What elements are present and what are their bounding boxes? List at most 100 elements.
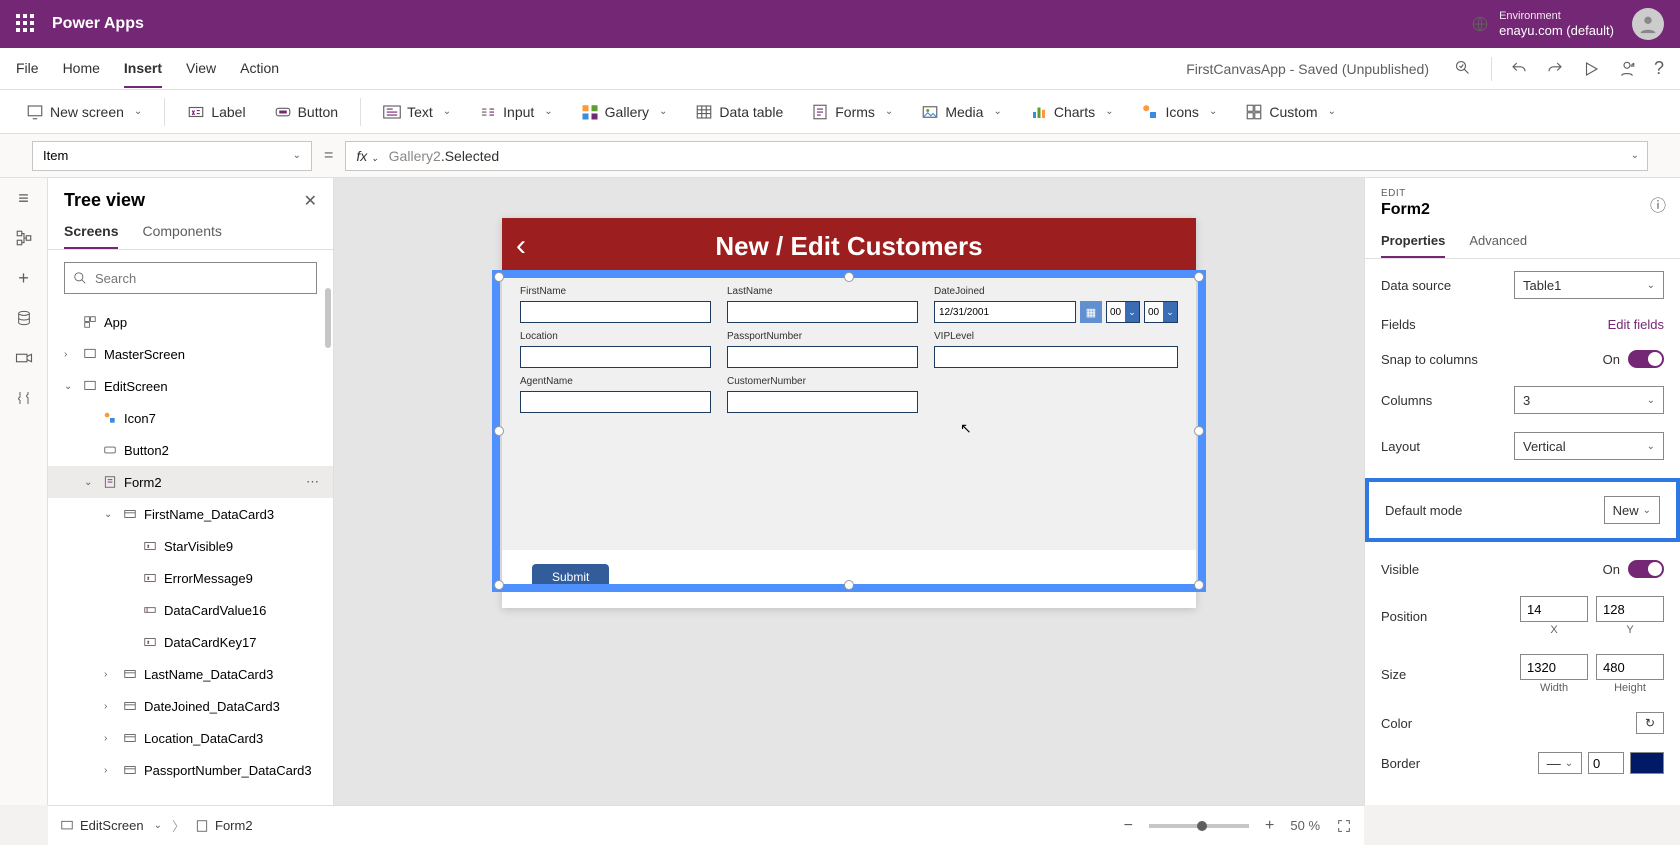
fullscreen-icon[interactable] [1336,818,1352,834]
undo-icon[interactable] [1510,60,1528,78]
caret-icon[interactable]: ⌄ [64,381,76,392]
caret-icon[interactable]: › [104,765,116,776]
caret-icon[interactable]: ⌄ [104,509,116,520]
tree-node-lastname_datacard3[interactable]: ›LastName_DataCard3 [48,658,333,690]
ribbon-media[interactable]: Media⌄ [911,97,1012,127]
resize-handle[interactable] [494,272,504,282]
ribbon-charts[interactable]: Charts⌄ [1020,97,1124,127]
tree-node-errormessage9[interactable]: ErrorMessage9 [48,562,333,594]
tools-icon[interactable] [14,388,34,408]
color-picker[interactable]: ↻ [1636,712,1664,734]
expand-formula-icon[interactable]: ⌄ [1631,150,1639,161]
tree-search[interactable] [64,262,317,294]
tab-components[interactable]: Components [142,215,221,249]
tab-properties[interactable]: Properties [1381,225,1445,258]
ribbon-icons[interactable]: Icons⌄ [1131,97,1227,127]
fx-icon[interactable]: fx ⌄ [356,148,378,164]
snap-toggle[interactable] [1628,350,1664,368]
border-width-input[interactable] [1588,752,1624,774]
tree-node-masterscreen[interactable]: ›MasterScreen [48,338,333,370]
resize-handle[interactable] [1194,580,1204,590]
more-icon[interactable]: ⋯ [306,474,321,490]
ribbon-new-screen[interactable]: New screen⌄ [16,97,152,127]
border-color-picker[interactable] [1630,752,1664,774]
tree-node-editscreen[interactable]: ⌄EditScreen [48,370,333,402]
tab-advanced[interactable]: Advanced [1469,225,1527,258]
media-rail-icon[interactable] [14,348,34,368]
back-icon[interactable]: ‹ [516,229,526,263]
ribbon-text[interactable]: Text⌄ [373,97,461,127]
tree-node-location_datacard3[interactable]: ›Location_DataCard3 [48,722,333,754]
caret-icon[interactable]: ⌄ [84,477,96,488]
ribbon-gallery[interactable]: Gallery⌄ [571,97,678,127]
default-mode-dropdown[interactable]: New⌄ [1604,496,1660,524]
resize-handle[interactable] [1194,272,1204,282]
tab-screens[interactable]: Screens [64,215,118,249]
help-icon[interactable]: ⓘ [1650,192,1666,216]
crumb-screen[interactable]: EditScreen⌄ [60,818,162,833]
data-icon[interactable] [14,308,34,328]
app-check-icon[interactable] [1455,60,1473,78]
close-icon[interactable]: ✕ [304,191,317,211]
datasource-dropdown[interactable]: Table1⌄ [1514,271,1664,299]
ribbon-input[interactable]: Input⌄ [469,97,563,127]
menu-home[interactable]: Home [63,50,100,88]
canvas[interactable]: ‹ New / Edit Customers FirstName LastNam… [334,178,1364,805]
insert-icon[interactable]: + [14,268,34,288]
tree-node-firstname_datacard3[interactable]: ⌄FirstName_DataCard3 [48,498,333,530]
pos-x-input[interactable] [1520,596,1588,622]
layout-dropdown[interactable]: Vertical⌄ [1514,432,1664,460]
resize-handle[interactable] [494,580,504,590]
property-dropdown[interactable]: Item⌄ [32,141,312,171]
tree-node-form2[interactable]: ⌄Form2⋯ [48,466,333,498]
user-avatar[interactable] [1632,8,1664,40]
tree-node-passportnumber_datacard3[interactable]: ›PassportNumber_DataCard3 [48,754,333,786]
height-input[interactable] [1596,654,1664,680]
menu-action[interactable]: Action [240,50,279,88]
caret-icon[interactable]: › [104,669,116,680]
help-icon[interactable]: ? [1654,58,1664,79]
zoom-in-button[interactable]: + [1265,817,1274,835]
share-icon[interactable] [1618,60,1636,78]
ribbon-forms[interactable]: Forms⌄ [801,97,903,127]
pos-y-input[interactable] [1596,596,1664,622]
tree-node-app[interactable]: App [48,306,333,338]
waffle-icon[interactable] [16,14,36,34]
ribbon-custom[interactable]: Custom⌄ [1235,97,1346,127]
tree-node-button2[interactable]: Button2 [48,434,333,466]
zoom-out-button[interactable]: − [1124,817,1133,835]
caret-icon[interactable]: › [64,349,76,360]
resize-handle[interactable] [844,580,854,590]
environment-picker[interactable]: Environment enayu.com (default) [1471,10,1614,39]
resize-handle[interactable] [844,272,854,282]
formula-input[interactable]: fx ⌄ Gallery2.Selected ⌄ [345,141,1648,171]
tree-node-datejoined_datacard3[interactable]: ›DateJoined_DataCard3 [48,690,333,722]
menu-view[interactable]: View [186,50,216,88]
tree-node-datacardvalue16[interactable]: DataCardValue16 [48,594,333,626]
crumb-form[interactable]: Form2 [195,818,253,833]
resize-handle[interactable] [1194,426,1204,436]
hamburger-icon[interactable]: ≡ [14,188,34,208]
visible-toggle[interactable] [1628,560,1664,578]
tree-node-icon7[interactable]: Icon7 [48,402,333,434]
caret-icon[interactable]: › [104,733,116,744]
tree-scrollbar[interactable] [325,268,333,398]
resize-handle[interactable] [494,426,504,436]
menu-insert[interactable]: Insert [124,50,162,88]
width-input[interactable] [1520,654,1588,680]
ribbon-datatable[interactable]: Data table [685,97,793,127]
edit-fields-link[interactable]: Edit fields [1608,317,1664,332]
ribbon-button[interactable]: Button [264,97,348,127]
ribbon-label[interactable]: Label [177,97,255,127]
tree-node-datacardkey17[interactable]: DataCardKey17 [48,626,333,658]
search-input[interactable] [95,271,308,286]
columns-dropdown[interactable]: 3⌄ [1514,386,1664,414]
tree-view-icon[interactable] [14,228,34,248]
menu-file[interactable]: File [16,50,39,88]
caret-icon[interactable]: › [104,701,116,712]
redo-icon[interactable] [1546,60,1564,78]
play-icon[interactable] [1582,60,1600,78]
tree-node-starvisible9[interactable]: StarVisible9 [48,530,333,562]
zoom-slider[interactable] [1149,824,1249,828]
border-style-dropdown[interactable]: — ⌄ [1538,752,1582,774]
